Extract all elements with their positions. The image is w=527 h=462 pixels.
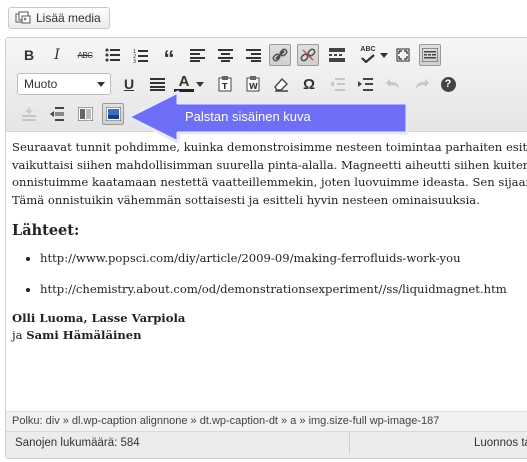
insert-row-after-button[interactable]: [47, 104, 67, 124]
help-button[interactable]: ?: [438, 74, 458, 94]
chevron-down-icon: [97, 82, 105, 87]
sources-heading: Lähteet:: [12, 222, 80, 239]
row-after-icon: [50, 107, 64, 121]
fullscreen-icon: [396, 48, 410, 62]
inline-image-icon: [105, 107, 121, 121]
source-link[interactable]: http://chemistry.about.com/od/demonstrat…: [40, 281, 527, 299]
redo-icon: [415, 78, 429, 89]
align-left-button[interactable]: [187, 45, 207, 65]
status-divider: [349, 432, 350, 454]
outdent-icon: [329, 77, 345, 91]
align-left-icon: [189, 48, 205, 62]
paragraph-line: Tämä onnistuikin vähemmän sottaisesti ja…: [12, 192, 480, 207]
svg-text:3: 3: [133, 59, 136, 63]
align-right-button[interactable]: [243, 45, 263, 65]
editor-content[interactable]: Seuraavat tunnit pohdimme, kuinka demons…: [6, 132, 527, 410]
authors-line-2: ja Sami Hämäläinen: [12, 328, 142, 342]
callout-label: Palstan sisäinen kuva: [185, 109, 311, 124]
column-layout-button[interactable]: [75, 104, 95, 124]
more-tag-icon: [329, 48, 345, 62]
insert-more-button[interactable]: [327, 45, 347, 65]
kitchen-sink-icon: [422, 48, 438, 62]
format-select-value: Muoto: [24, 77, 58, 91]
add-media-button[interactable]: Lisää media: [8, 7, 110, 29]
inline-image-button[interactable]: [102, 103, 124, 125]
help-icon: ?: [440, 76, 456, 92]
sources-list: http://www.popsci.com/diy/article/2009-0…: [12, 250, 527, 299]
format-select[interactable]: Muoto: [17, 73, 111, 95]
numbered-list-button[interactable]: 123: [131, 45, 151, 65]
align-center-icon: [217, 48, 233, 62]
numbered-list-icon: 123: [133, 49, 148, 63]
media-icon: [15, 11, 31, 25]
align-right-icon: [245, 48, 261, 62]
bullet-list-icon: [105, 48, 120, 62]
align-justify-icon: [149, 77, 165, 91]
insert-link-button[interactable]: [269, 44, 291, 66]
bold-button[interactable]: B: [19, 45, 39, 65]
element-path[interactable]: Polku: div » dl.wp-caption alignnone » d…: [6, 411, 527, 431]
text-color-dropdown-icon[interactable]: [196, 80, 204, 88]
spellcheck-button[interactable]: ABC: [355, 42, 381, 66]
spellcheck-dropdown-icon[interactable]: [380, 51, 388, 59]
unlink-icon: [300, 48, 316, 62]
insert-row-before-button[interactable]: [19, 104, 39, 124]
source-link[interactable]: http://www.popsci.com/diy/article/2009-0…: [40, 250, 527, 268]
kitchen-sink-button[interactable]: [419, 44, 441, 66]
align-center-button[interactable]: [215, 45, 235, 65]
fullscreen-button[interactable]: [393, 45, 413, 65]
strikethrough-button[interactable]: ABC: [75, 45, 95, 65]
blockquote-button[interactable]: “: [159, 45, 179, 71]
paragraph-line: onnistuimme kaatamaan nestettä vaatteill…: [12, 175, 527, 189]
link-icon: [272, 48, 288, 62]
paragraph-line: vaikuttaisi siihen mahdollisimman suurel…: [12, 157, 527, 172]
bullet-list-button[interactable]: [103, 45, 123, 65]
italic-button[interactable]: I: [47, 45, 67, 65]
status-bar: Sanojen lukumäärä: 584 Luonnos ta: [6, 431, 527, 458]
check-icon: [361, 53, 375, 63]
columns-icon: [77, 107, 93, 121]
draft-status: Luonnos ta: [474, 437, 527, 449]
indent-icon: [357, 77, 373, 91]
redo-button[interactable]: [411, 74, 431, 94]
word-count: Sanojen lukumäärä: 584: [15, 437, 140, 449]
add-media-label: Lisää media: [36, 11, 101, 25]
authors-line: Olli Luoma, Lasse Varpiola: [12, 310, 186, 325]
undo-icon: [385, 78, 399, 89]
spellcheck-label: ABC: [360, 45, 376, 53]
unlink-button[interactable]: [297, 44, 319, 66]
row-before-icon: [22, 107, 36, 121]
